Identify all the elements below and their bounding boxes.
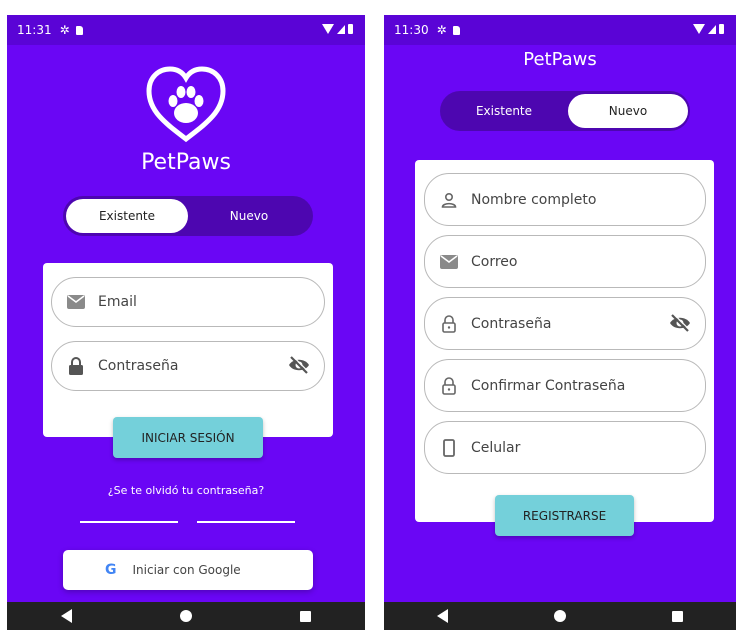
tab-existing[interactable]: Existente [66,199,188,233]
confirm-password-field[interactable]: Confirmar Contraseña [424,359,706,412]
status-time: 11:31 [17,23,52,37]
home-icon[interactable] [180,610,192,622]
login-button[interactable]: INICIAR SESIÓN [113,417,263,458]
google-icon: G [105,562,117,578]
account-toggle: Existente Nuevo [440,91,690,131]
visibility-off-icon[interactable] [288,355,310,379]
app-title: PetPaws [523,49,597,70]
status-time: 11:30 [394,23,429,37]
nav-bar [384,602,736,630]
visibility-off-icon[interactable] [669,313,691,337]
smartphone-icon [439,438,459,458]
back-icon[interactable] [437,609,448,623]
lock-open-icon [439,376,459,396]
settings-icon: ✲ [436,23,447,37]
recents-icon[interactable] [300,610,311,622]
email-field[interactable]: Correo [424,235,706,288]
register-button[interactable]: REGISTRARSE [495,495,634,536]
fullname-field[interactable]: Nombre completo [424,173,706,226]
nav-bar [7,602,365,630]
password-field[interactable]: Contraseña [424,297,706,350]
mail-icon [66,292,86,312]
signal-icons [322,24,353,34]
tab-existing[interactable]: Existente [443,94,565,128]
mail-icon [439,252,459,272]
account-toggle: Existente Nuevo [63,196,313,236]
wifi-icon [693,24,705,34]
status-bar: 11:30 ✲ [384,15,736,45]
divider-right [197,521,295,523]
phone-field[interactable]: Celular [424,421,706,474]
tab-new[interactable]: Nuevo [568,94,688,128]
lock-open-icon [439,314,459,334]
battery-icon [348,24,353,34]
app-title: PetPaws [141,150,231,175]
back-icon[interactable] [61,609,72,623]
password-field[interactable]: Contraseña [51,341,325,391]
wifi-icon [322,24,334,34]
email-field[interactable]: Email [51,277,325,327]
tab-new[interactable]: Nuevo [188,199,310,233]
home-icon[interactable] [554,610,566,622]
forgot-password-link[interactable]: ¿Se te olvidó tu contraseña? [7,484,365,497]
register-screen: 11:30 ✲ PetPaws Existente Nuevo Nombre c… [384,15,736,630]
login-screen: 11:31 ✲ PetPaws Existente Nuevo Email Co… [7,15,365,630]
divider-left [80,521,178,523]
status-bar: 11:31 ✲ [7,15,365,45]
battery-icon [719,24,724,34]
fullname-placeholder: Nombre completo [471,191,597,208]
settings-icon: ✲ [59,23,70,37]
email-placeholder: Email [98,294,137,310]
cell-signal-icon [337,25,345,34]
paw-heart-logo-icon [146,66,226,143]
google-button-label: Iniciar con Google [132,563,241,577]
password-placeholder: Contraseña [471,315,552,332]
recents-icon[interactable] [672,610,683,622]
phone-placeholder: Celular [471,439,521,456]
signal-icons [693,24,724,34]
sd-card-icon [452,25,460,35]
google-signin-button[interactable]: G Iniciar con Google [63,550,313,590]
lock-icon [66,356,86,376]
confirm-password-placeholder: Confirmar Contraseña [471,377,626,394]
sd-card-icon [75,25,83,35]
password-placeholder: Contraseña [98,358,179,374]
cell-signal-icon [708,25,716,34]
person-icon [439,190,459,210]
email-placeholder: Correo [471,253,518,270]
